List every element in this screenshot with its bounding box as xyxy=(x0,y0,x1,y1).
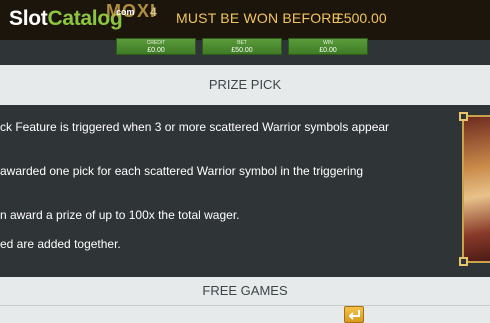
win-meter: WIN £0.00 xyxy=(288,38,368,55)
bet-meter[interactable]: BET £50.00 xyxy=(202,38,282,55)
meter-row: CREDIT £0.00 BET £50.00 WIN £0.00 xyxy=(0,38,490,56)
back-button[interactable] xyxy=(344,306,364,323)
return-arrow-icon xyxy=(348,310,360,320)
rule-line-2: awarded one pick for each scattered Warr… xyxy=(0,164,364,178)
logo-com-text: com xyxy=(116,7,135,17)
credit-meter: CREDIT £0.00 xyxy=(116,38,196,55)
free-games-header: FREE GAMES xyxy=(0,277,490,305)
bet-label: BET xyxy=(237,40,247,46)
game-logo-suffix: 4 xyxy=(150,5,157,19)
rule-line-1: ck Feature is triggered when 3 or more s… xyxy=(0,120,390,134)
prize-pick-body: ck Feature is triggered when 3 or more s… xyxy=(0,105,490,277)
warrior-symbol-image xyxy=(459,112,490,266)
help-page: SlotCatalog MOXI 4 com MUST BE WON BEFOR… xyxy=(0,0,490,323)
credit-label: CREDIT xyxy=(146,40,166,46)
credit-value: £0.00 xyxy=(147,47,165,54)
top-bar: SlotCatalog MOXI 4 com MUST BE WON BEFOR… xyxy=(0,0,490,40)
rule-line-4: ed are added together. xyxy=(0,237,121,251)
logo-slot-text: Slot xyxy=(9,7,48,30)
rule-line-3: n award a prize of up to 100x the total … xyxy=(0,208,240,222)
bottom-strip xyxy=(0,305,490,323)
bet-value: £50.00 xyxy=(231,47,253,54)
win-label: WIN xyxy=(323,40,333,46)
prize-pick-header: PRIZE PICK xyxy=(0,65,490,105)
win-value: £0.00 xyxy=(319,47,337,54)
jackpot-message: MUST BE WON BEFORE xyxy=(176,10,342,26)
frame-corner xyxy=(459,112,468,121)
frame-corner xyxy=(459,257,468,266)
jackpot-amount: £500.00 xyxy=(336,10,387,26)
